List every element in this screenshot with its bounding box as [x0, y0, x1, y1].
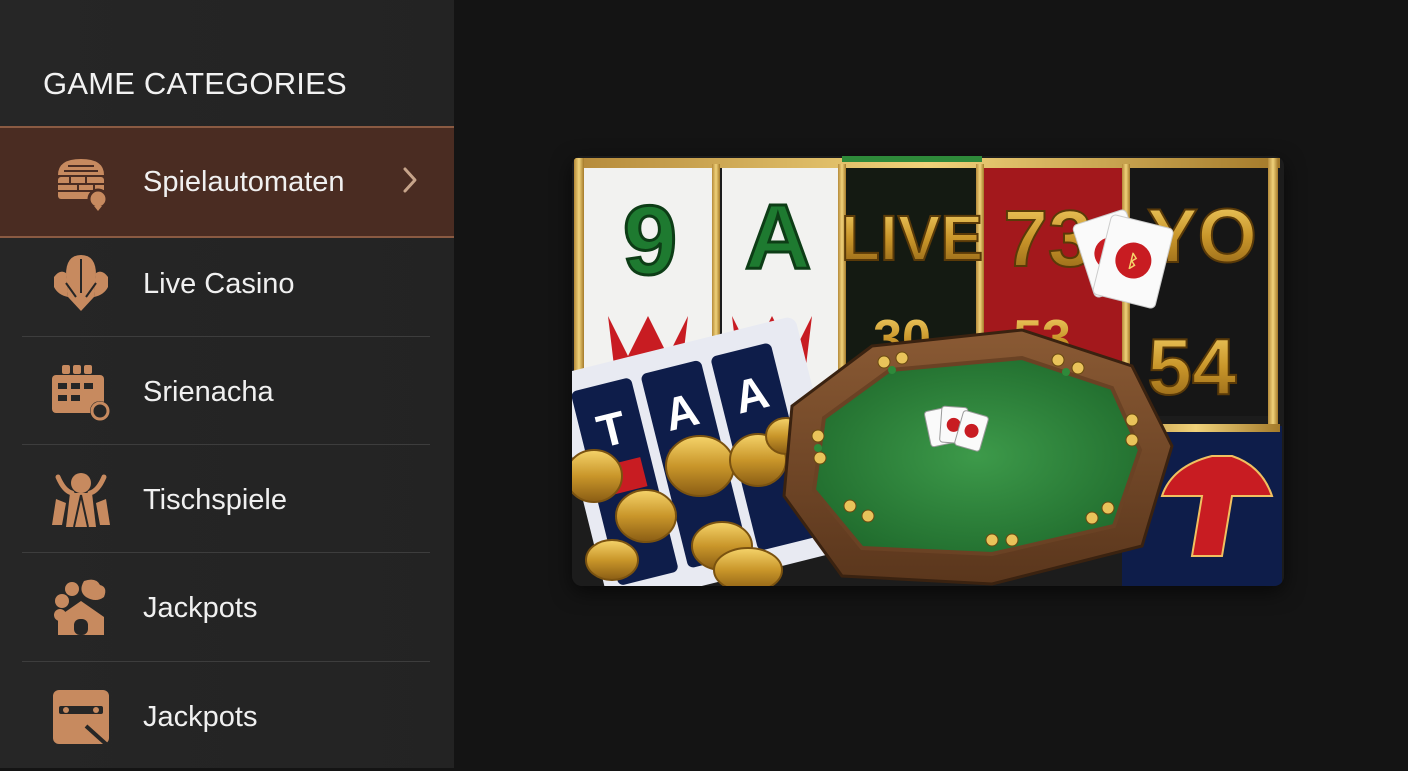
- chevron-right-icon: [400, 166, 420, 199]
- divider: [22, 552, 430, 553]
- sidebar-item-label: Live Casino: [143, 267, 295, 300]
- divider: [22, 661, 430, 662]
- reel-symbol: 9: [623, 185, 678, 295]
- sidebar-item-label: Tischspiele: [143, 483, 287, 516]
- sidebar-item-label: Jackpots: [143, 591, 258, 624]
- sidebar-item-jackpots[interactable]: Jackpots: [0, 554, 454, 662]
- sidebar-item-live-casino[interactable]: Live Casino: [0, 230, 454, 338]
- jackpot-bag-icon: [50, 577, 112, 639]
- live-dealer-icon: [50, 253, 112, 315]
- sidebar-item-srienacha[interactable]: Srienacha: [0, 338, 454, 446]
- sidebar-item-label: Spielautomaten: [143, 165, 345, 198]
- sidebar-item-spielautomaten[interactable]: Spielautomaten: [0, 126, 454, 238]
- sidebar-item-jackpots-2[interactable]: Jackpots: [0, 663, 454, 771]
- featured-banner[interactable]: 9 A LIVE 73 YO 54 30 53 ᛒ T A A: [572, 156, 1284, 586]
- divider: [22, 336, 430, 337]
- sidebar-item-label: Srienacha: [143, 375, 274, 408]
- divider: [22, 444, 430, 445]
- reel-symbol: A: [745, 186, 811, 288]
- reel-symbol: LIVE: [841, 202, 983, 274]
- sidebar-item-label: Jackpots: [143, 700, 258, 733]
- casino-illustration: 9 A LIVE 73 YO 54 30 53 ᛒ T A A: [572, 156, 1284, 586]
- sidebar: GAME CATEGORIES Spielautomaten Live Casi…: [0, 0, 454, 768]
- card-ticket-icon: [50, 686, 112, 748]
- slot-machine-icon: [50, 151, 112, 213]
- sidebar-title: GAME CATEGORIES: [43, 66, 347, 101]
- sidebar-item-tischspiele[interactable]: Tischspiele: [0, 446, 454, 554]
- reel-symbol: 54: [1148, 322, 1237, 411]
- table-games-icon: [50, 469, 112, 531]
- calendar-game-icon: [50, 361, 112, 423]
